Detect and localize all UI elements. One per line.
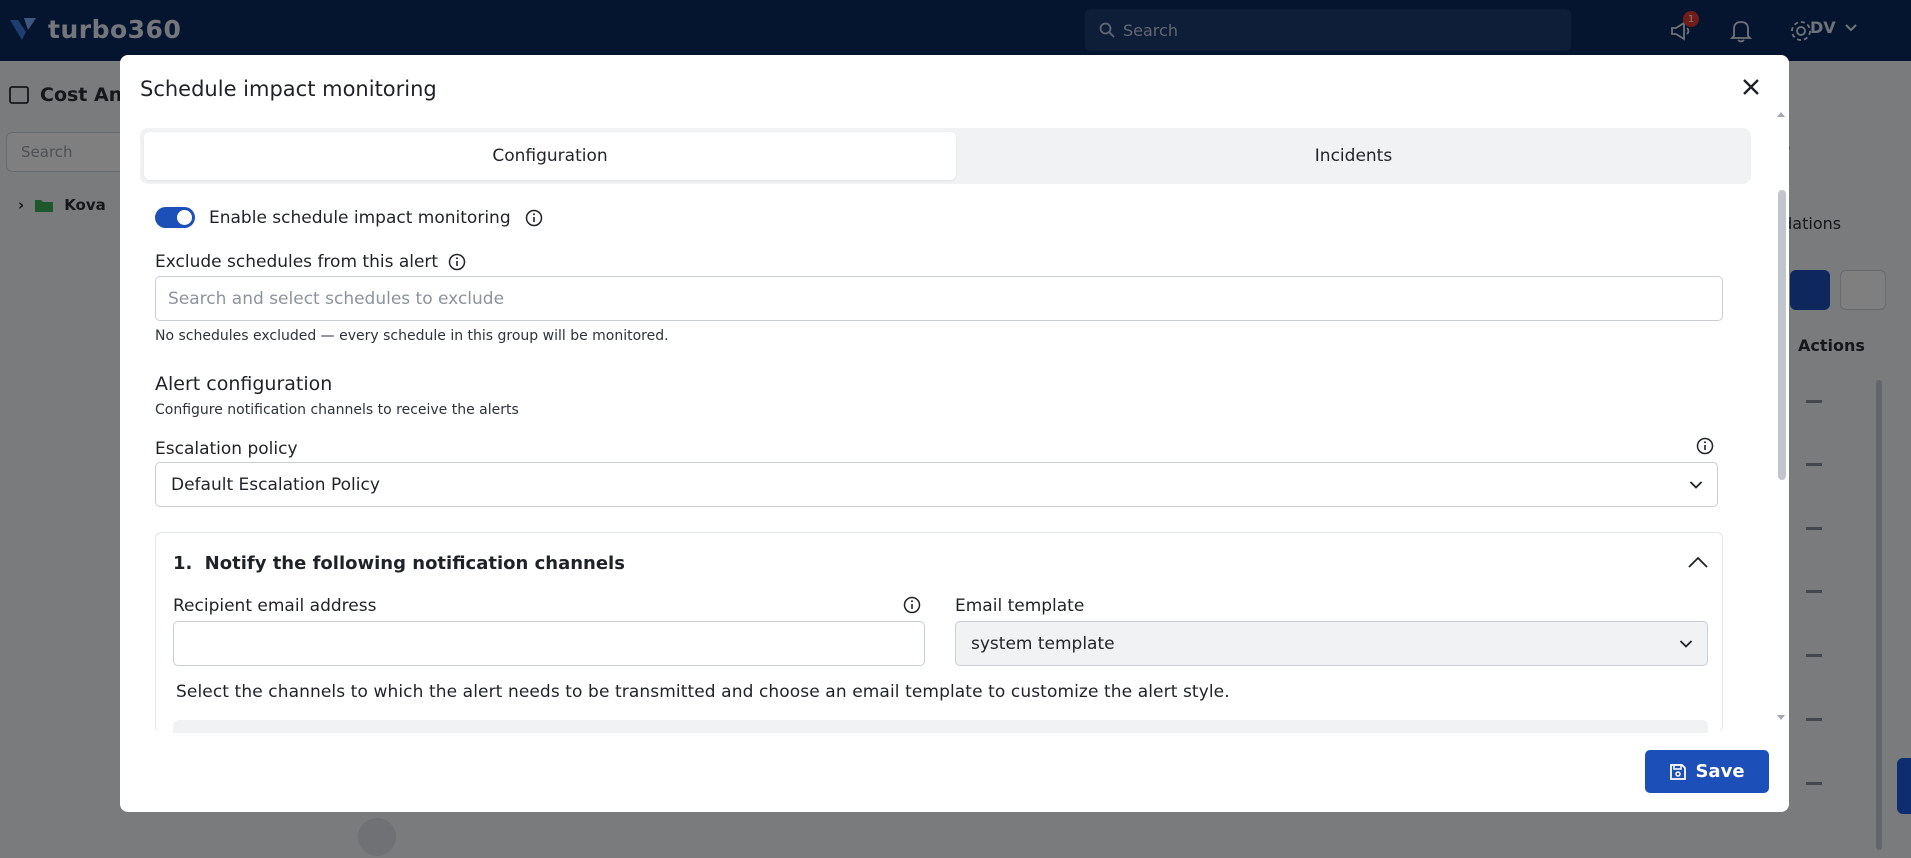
info-icon[interactable]: [525, 209, 543, 227]
recipient-email-label: Recipient email address: [173, 596, 377, 616]
escalation-policy-value: Default Escalation Policy: [171, 474, 380, 495]
enable-monitoring-label: Enable schedule impact monitoring: [209, 207, 511, 228]
save-button[interactable]: Save: [1645, 750, 1769, 793]
save-icon: [1670, 763, 1687, 780]
scroll-up-arrow-icon: [1777, 112, 1785, 117]
modal-scrollbar[interactable]: [1776, 110, 1786, 722]
close-icon: [1743, 79, 1759, 95]
chevron-up-icon[interactable]: [1686, 551, 1710, 575]
info-icon[interactable]: [448, 253, 466, 271]
schedule-impact-monitoring-modal: Schedule impact monitoring Configuration…: [120, 55, 1789, 812]
chevron-down-icon: [1689, 480, 1703, 489]
save-button-label: Save: [1695, 761, 1745, 782]
exclude-schedules-placeholder: Search and select schedules to exclude: [168, 288, 505, 309]
channels-table-header: [173, 720, 1708, 733]
escalation-policy-select[interactable]: Default Escalation Policy: [155, 462, 1718, 507]
exclude-schedules-input[interactable]: Search and select schedules to exclude: [155, 276, 1723, 321]
email-template-label: Email template: [955, 596, 1085, 616]
enable-monitoring-toggle[interactable]: [155, 207, 195, 228]
info-icon[interactable]: [903, 596, 921, 614]
exclude-schedules-label-row: Exclude schedules from this alert: [155, 252, 466, 272]
modal-scrollbar-thumb[interactable]: [1778, 190, 1786, 480]
enable-monitoring-row: Enable schedule impact monitoring: [155, 207, 543, 228]
modal-title: Schedule impact monitoring: [140, 77, 437, 101]
email-template-value: system template: [971, 633, 1115, 654]
alert-configuration-subheading: Configure notification channels to recei…: [155, 402, 519, 418]
close-button[interactable]: [1739, 75, 1763, 99]
chevron-down-icon: [1679, 639, 1693, 648]
scroll-down-arrow-icon: [1777, 715, 1785, 720]
tab-incidents[interactable]: Incidents: [960, 132, 1747, 180]
tab-configuration[interactable]: Configuration: [144, 132, 956, 180]
email-template-select[interactable]: system template: [955, 621, 1708, 666]
exclude-schedules-label: Exclude schedules from this alert: [155, 252, 439, 272]
notify-channels-title-text: Notify the following notification channe…: [204, 553, 625, 574]
notify-channels-title[interactable]: 1. Notify the following notification cha…: [173, 553, 625, 574]
channels-description: Select the channels to which the alert n…: [176, 682, 1230, 702]
info-icon[interactable]: [1696, 437, 1714, 455]
recipient-email-input[interactable]: [173, 621, 925, 666]
notify-channels-number: 1.: [173, 553, 193, 574]
alert-configuration-heading: Alert configuration: [155, 373, 333, 395]
escalation-policy-label: Escalation policy: [155, 439, 298, 459]
exclude-schedules-hint: No schedules excluded — every schedule i…: [155, 328, 669, 344]
modal-tabs: Configuration Incidents: [140, 128, 1751, 184]
notify-channels-card: 1. Notify the following notification cha…: [155, 532, 1723, 733]
